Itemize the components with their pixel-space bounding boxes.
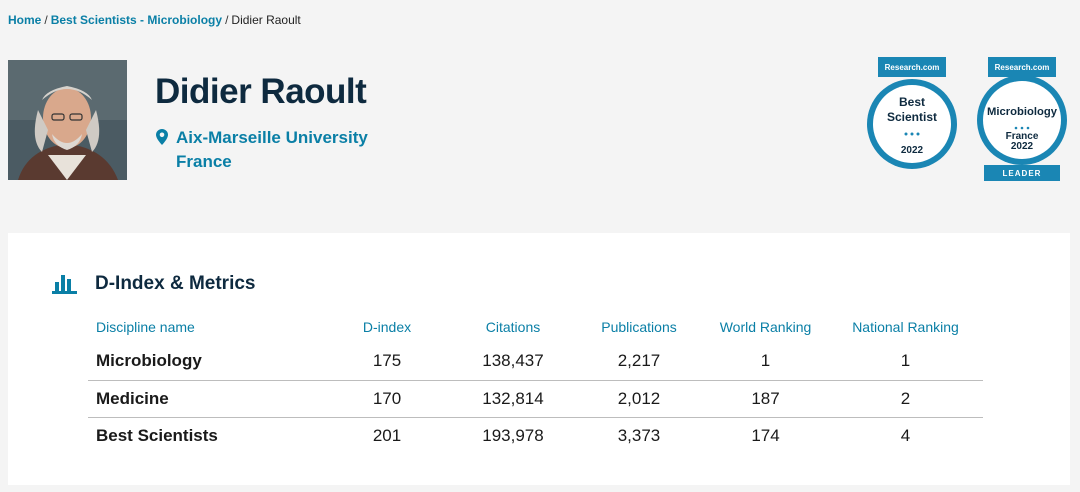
discipline-cell[interactable]: Microbiology (88, 343, 323, 381)
badge-year: 2022 (1011, 141, 1034, 152)
national-ranking-cell: 4 (900, 425, 911, 445)
breadcrumb-category-link[interactable]: Best Scientists - Microbiology (51, 13, 222, 27)
badge-line2: Scientist (887, 110, 937, 124)
institution-link[interactable]: Aix-Marseille University (176, 126, 368, 150)
breadcrumb: Home / Best Scientists - Microbiology / Didi… (8, 13, 301, 27)
scientist-name: Didier Raoult (155, 72, 367, 111)
column-header-national-ranking[interactable]: National Ranking (828, 317, 983, 343)
d-index-cell: 170 (323, 380, 451, 418)
citations-cell: 138,437 (451, 343, 575, 381)
metrics-panel: D-Index & Metrics Discipline name D-inde… (8, 233, 1070, 485)
world-ranking-cell: 187 (703, 380, 828, 418)
discipline-cell[interactable]: Best Scientists (88, 417, 323, 454)
avatar (8, 60, 127, 180)
national-ranking-cell: 2 (828, 380, 983, 418)
breadcrumb-separator: / (225, 13, 229, 27)
badge-line1: Microbiology (987, 106, 1058, 118)
citations-cell: 193,978 (482, 425, 544, 445)
bar-chart-icon (52, 275, 77, 294)
column-header-d-index[interactable]: D-index (323, 317, 451, 343)
column-header-world-ranking[interactable]: World Ranking (703, 317, 828, 343)
metrics-header-row: Discipline name D-index Citations Public… (88, 317, 983, 343)
column-header-citations[interactable]: Citations (451, 317, 575, 343)
avatar-photo (8, 60, 127, 180)
best-scientist-badge[interactable]: Research.com Best Scientist 2022 (864, 57, 960, 183)
world-ranking-cell: 174 (751, 425, 780, 445)
publications-cell: 2,012 (575, 380, 703, 418)
badge-brand: Research.com (995, 63, 1050, 72)
d-index-cell: 175 (323, 343, 451, 381)
badge-brand: Research.com (885, 63, 940, 72)
location-pin-icon (156, 129, 168, 145)
d-index-cell: 201 (372, 425, 402, 445)
microbiology-leader-badge[interactable]: Research.com Microbiology France 2022 LE… (974, 57, 1070, 183)
citations-cell: 132,814 (451, 380, 575, 418)
metrics-header: D-Index & Metrics (52, 273, 255, 295)
metrics-table: Discipline name D-index Citations Public… (88, 317, 983, 454)
country-label: France (176, 152, 232, 171)
badge-ribbon: LEADER (1003, 169, 1042, 178)
column-header-publications[interactable]: Publications (575, 317, 703, 343)
national-ranking-cell: 1 (828, 343, 983, 381)
metrics-title: D-Index & Metrics (95, 273, 256, 294)
discipline-cell[interactable]: Medicine (88, 380, 323, 418)
table-row: Medicine 170 132,814 2,012 187 2 (88, 380, 983, 418)
breadcrumb-separator: / (44, 13, 48, 27)
publications-cell: 3,373 (617, 425, 661, 445)
column-header-discipline[interactable]: Discipline name (88, 317, 323, 343)
badge-year: 2022 (901, 145, 924, 156)
table-row: Best Scientists 201 193,978 3,373 174 4 (88, 417, 983, 454)
world-ranking-cell: 1 (703, 343, 828, 381)
badge-line1: Best (899, 95, 925, 109)
breadcrumb-current: Didier Raoult (231, 13, 301, 27)
affiliation: Aix-Marseille University France (156, 126, 368, 174)
breadcrumb-home-link[interactable]: Home (8, 13, 41, 27)
publications-cell: 2,217 (575, 343, 703, 381)
table-row: Microbiology 175 138,437 2,217 1 1 (88, 343, 983, 381)
